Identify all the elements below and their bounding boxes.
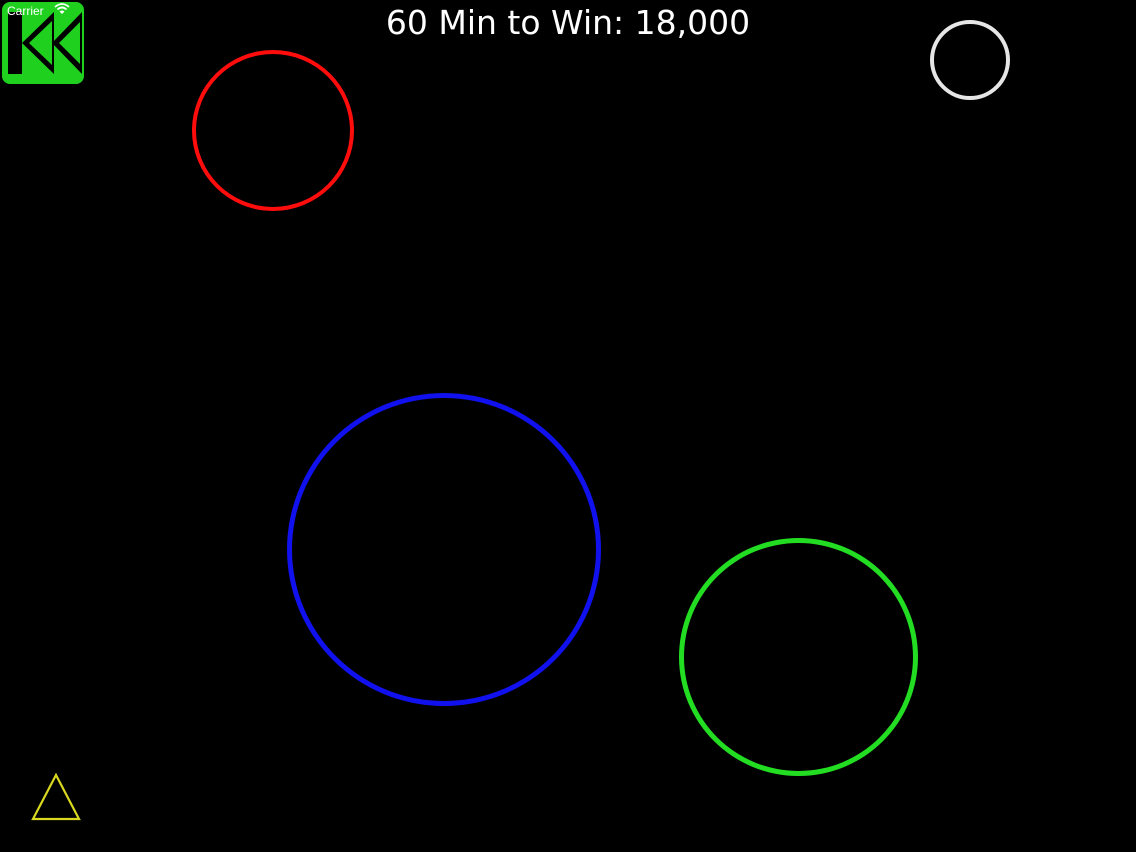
blue-ring[interactable]: [287, 393, 601, 706]
triangle-player-icon[interactable]: [30, 772, 82, 822]
game-stage[interactable]: Carrier 60 Min to Win: 18,000: [0, 0, 1136, 852]
score-target-title: 60 Min to Win: 18,000: [385, 3, 751, 42]
carrier-label: Carrier: [7, 4, 44, 18]
wifi-icon: [54, 3, 70, 14]
red-ring[interactable]: [192, 50, 354, 211]
green-ring[interactable]: [679, 538, 918, 776]
